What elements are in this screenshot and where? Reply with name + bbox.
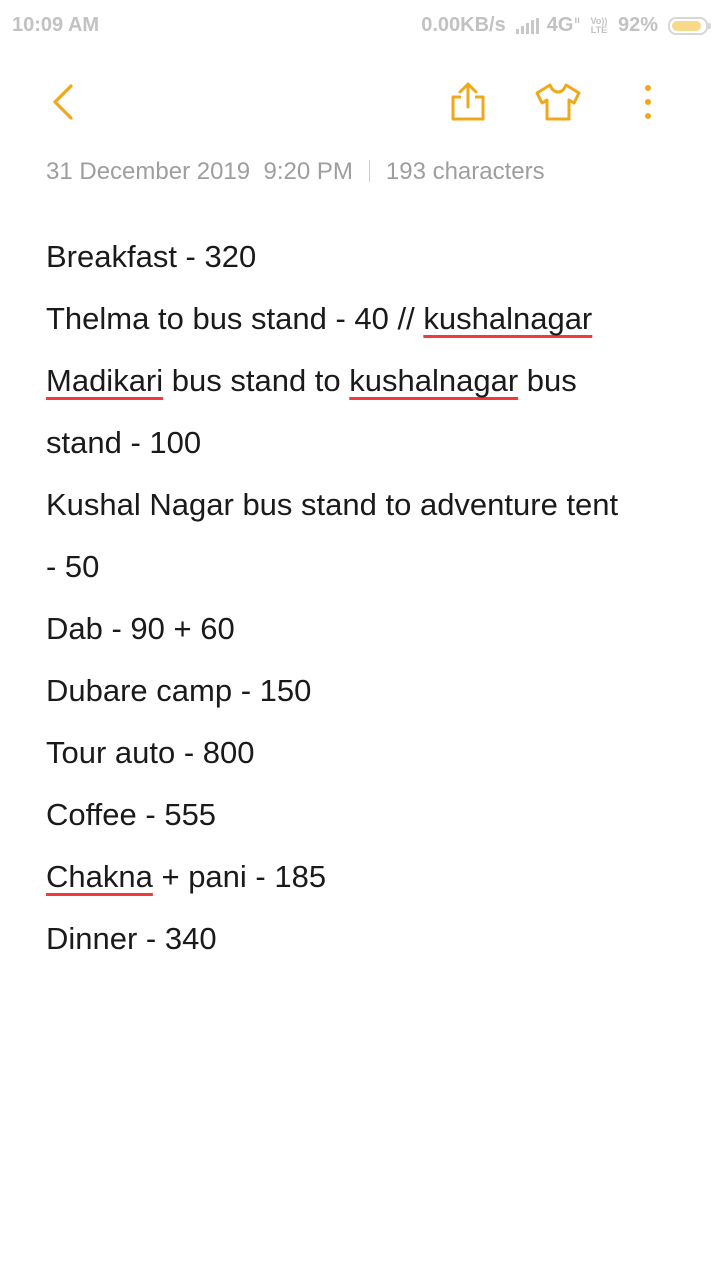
theme-button[interactable] — [528, 70, 588, 134]
back-button[interactable] — [34, 70, 94, 134]
note-meta: 31 December 2019 9:20 PM 193 characters — [46, 158, 545, 186]
share-button[interactable] — [438, 70, 498, 134]
note-line: Coffee - 555 — [46, 797, 217, 832]
spellcheck-word[interactable]: kushalnagar — [423, 301, 592, 336]
spellcheck-word[interactable]: Chakna — [46, 859, 153, 894]
status-icons: 0.00KB/s 4Gıı Vo)) LTE 92% — [421, 14, 711, 37]
battery-icon — [668, 16, 711, 35]
note-line: stand - 100 — [46, 425, 202, 460]
note-toolbar — [0, 70, 720, 134]
note-time: 9:20 PM — [263, 158, 353, 185]
tshirt-icon — [535, 83, 581, 121]
share-icon — [451, 82, 485, 121]
note-line: Thelma to bus stand - 40 // kushalnagar — [46, 301, 593, 336]
note-line: - 50 — [46, 549, 100, 584]
note-line: Breakfast - 320 — [46, 239, 257, 274]
note-body[interactable]: Breakfast - 320 Thelma to bus stand - 40… — [46, 226, 686, 970]
spellcheck-word[interactable]: kushalnagar — [349, 363, 518, 398]
volte-icon: Vo)) LTE — [590, 15, 608, 35]
note-line: Kushal Nagar bus stand to adventure tent — [46, 487, 619, 522]
note-line: Dinner - 340 — [46, 921, 217, 956]
more-vertical-icon — [645, 85, 651, 119]
spellcheck-word[interactable]: Madikari — [46, 363, 163, 398]
meta-divider — [368, 160, 370, 182]
battery-percent: 92% — [617, 14, 658, 36]
network-type: 4Gıı — [546, 14, 580, 36]
char-count: 193 characters — [385, 158, 545, 185]
note-date: 31 December 2019 — [46, 158, 251, 185]
status-time: 10:09 AM — [12, 14, 100, 36]
status-bar: 10:09 AM 0.00KB/s 4Gıı Vo)) LTE 92% — [0, 0, 720, 52]
note-line: Madikari bus stand to kushalnagar bus — [46, 363, 577, 398]
network-speed: 0.00KB/s — [421, 14, 506, 36]
note-line: Dab - 90 + 60 — [46, 611, 235, 646]
note-line: Tour auto - 800 — [46, 735, 255, 770]
more-options-button[interactable] — [618, 70, 678, 134]
chevron-left-icon — [53, 84, 73, 120]
note-line: Chakna + pani - 185 — [46, 859, 327, 894]
note-line: Dubare camp - 150 — [46, 673, 312, 708]
signal-icon — [515, 17, 539, 34]
